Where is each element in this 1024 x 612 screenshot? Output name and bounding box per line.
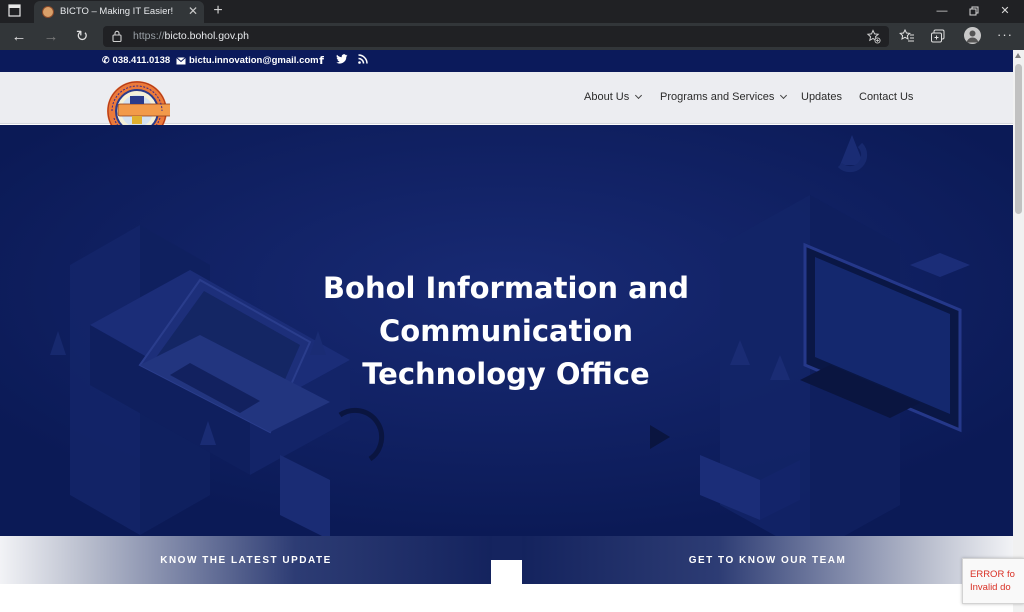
new-tab-icon[interactable]: + bbox=[209, 2, 227, 20]
our-team-button[interactable]: GET TO KNOW OUR TEAM bbox=[522, 536, 1013, 584]
chevron-down-icon bbox=[780, 91, 788, 100]
cta-row: KNOW THE LATEST UPDATE GET TO KNOW OUR T… bbox=[0, 536, 1013, 584]
profile-avatar[interactable] bbox=[964, 27, 981, 44]
url-text[interactable]: https://bicto.bohol.gov.ph bbox=[133, 30, 249, 42]
phone-icon: ✆ bbox=[102, 55, 110, 65]
address-bar[interactable]: https://bicto.bohol.gov.ph bbox=[103, 26, 889, 47]
add-favorite-icon[interactable] bbox=[866, 29, 881, 44]
twitter-icon[interactable] bbox=[335, 54, 348, 67]
close-window-icon[interactable]: ✕ bbox=[995, 3, 1015, 19]
phone-number: 038.411.0138 bbox=[112, 55, 171, 66]
site-header: About Us Programs and Services Updates C… bbox=[0, 72, 1013, 141]
phone-contact[interactable]: ✆ 038.411.0138 bbox=[102, 55, 170, 66]
page-scrollbar[interactable] bbox=[1013, 50, 1024, 612]
browser-toolbar: ← → ↻ https://bicto.bohol.gov.ph ··· bbox=[0, 23, 1024, 50]
collections-icon[interactable] bbox=[930, 28, 946, 44]
lock-icon[interactable] bbox=[112, 30, 122, 42]
reload-icon[interactable]: ↻ bbox=[72, 27, 92, 47]
nav-updates[interactable]: Updates bbox=[801, 91, 842, 103]
chevron-down-icon bbox=[635, 91, 643, 100]
hero-title: Bohol Information and Communication Tech… bbox=[322, 271, 690, 391]
more-options-icon[interactable]: ··· bbox=[996, 27, 1014, 45]
nav-contact-us[interactable]: Contact Us bbox=[859, 91, 913, 103]
favorites-icon[interactable] bbox=[899, 28, 915, 44]
tab-strip: BICTO – Making IT Easier! ✕ + — ✕ bbox=[0, 0, 1024, 23]
top-contact-bar: ✆ 038.411.0138 bictu.innovation@gmail.co… bbox=[0, 50, 1013, 72]
nav-programs-and-services[interactable]: Programs and Services bbox=[660, 91, 788, 103]
browser-window: BICTO – Making IT Easier! ✕ + — ✕ ← → ↻ … bbox=[0, 0, 1024, 612]
page-viewport: ✆ 038.411.0138 bictu.innovation@gmail.co… bbox=[0, 50, 1013, 612]
recaptcha-error-badge[interactable]: ERROR fo Invalid do bbox=[962, 558, 1024, 604]
rss-icon[interactable] bbox=[356, 54, 369, 67]
cta-notch bbox=[491, 560, 522, 584]
facebook-icon[interactable]: f bbox=[315, 54, 328, 67]
tab-title: BICTO – Making IT Easier! bbox=[60, 6, 174, 17]
scroll-thumb[interactable] bbox=[1015, 64, 1022, 214]
minimize-icon[interactable]: — bbox=[932, 3, 952, 19]
browser-tab[interactable]: BICTO – Making IT Easier! ✕ bbox=[34, 1, 204, 23]
back-icon[interactable]: ← bbox=[9, 27, 29, 47]
email-address: bictu.innovation@gmail.com bbox=[189, 55, 319, 66]
scroll-up-icon[interactable] bbox=[1015, 53, 1021, 58]
hero-banner: Bohol Information and Communication Tech… bbox=[0, 125, 1013, 536]
close-tab-icon[interactable]: ✕ bbox=[186, 4, 200, 18]
nav-about-us[interactable]: About Us bbox=[584, 91, 643, 103]
forward-icon[interactable]: → bbox=[41, 27, 61, 47]
restore-icon[interactable] bbox=[964, 3, 984, 19]
cta-divider bbox=[492, 536, 522, 560]
favicon-icon bbox=[42, 6, 54, 18]
tab-actions-icon[interactable] bbox=[8, 4, 24, 19]
latest-update-button[interactable]: KNOW THE LATEST UPDATE bbox=[0, 536, 492, 584]
email-contact[interactable]: bictu.innovation@gmail.com bbox=[176, 55, 319, 66]
envelope-icon bbox=[176, 56, 186, 64]
